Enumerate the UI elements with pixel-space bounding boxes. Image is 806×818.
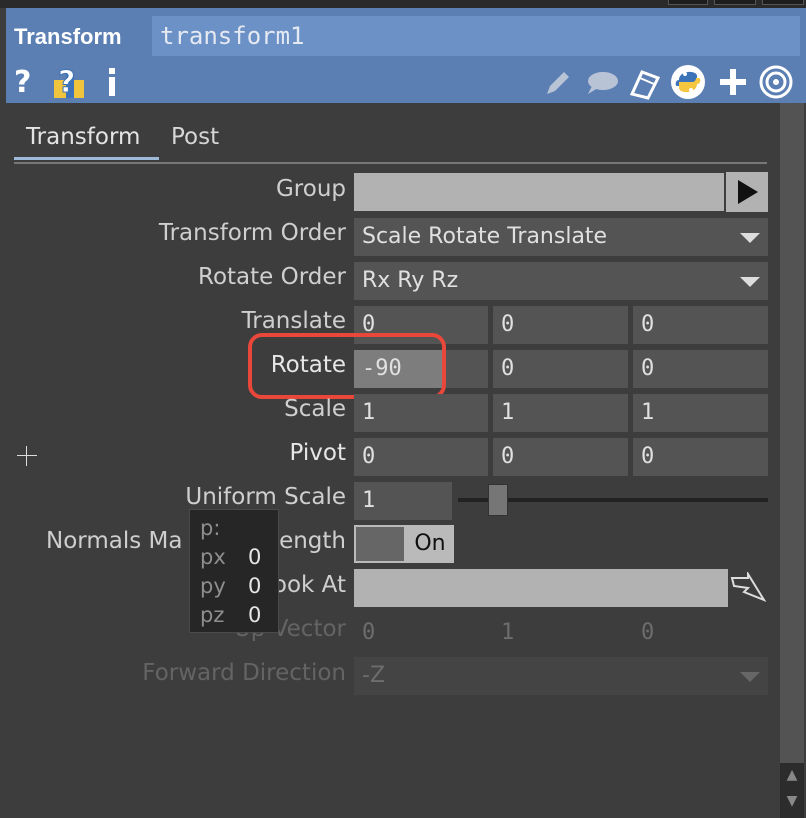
- uniform-scale-slider-handle[interactable]: [488, 484, 508, 516]
- look-at-field[interactable]: [354, 569, 728, 607]
- operator-type: Transform: [14, 24, 122, 49]
- translate-y-field[interactable]: 0: [493, 306, 628, 344]
- tooltip-px-name: px: [200, 545, 226, 569]
- top-window-strip: [0, 0, 806, 8]
- tooltip-pz-name: pz: [200, 603, 225, 627]
- translate-z-field[interactable]: 0: [633, 306, 768, 344]
- transform-order-value: Scale Rotate Translate: [362, 224, 608, 249]
- look-at-label: ook At: [272, 572, 346, 598]
- window-button[interactable]: [762, 0, 804, 5]
- svg-text:?: ?: [58, 65, 75, 100]
- group-label: Group: [275, 176, 346, 202]
- scroll-down-icon[interactable]: ▼: [784, 793, 800, 809]
- chevron-down-icon: [740, 672, 760, 682]
- help-icon[interactable]: ?: [12, 64, 36, 100]
- transform-order-dropdown[interactable]: Scale Rotate Translate: [354, 218, 768, 256]
- tab-post[interactable]: Post: [159, 120, 249, 160]
- parameter-tooltip: p: px 0 py 0 pz 0: [189, 509, 279, 633]
- scroll-up-icon[interactable]: ▲: [784, 767, 800, 783]
- clipboard-icon[interactable]: [626, 64, 664, 100]
- pivot-x-field[interactable]: 0: [354, 438, 488, 476]
- up-vector-x-field[interactable]: 0: [354, 614, 488, 652]
- pivot-label: Pivot: [289, 440, 346, 466]
- tooltip-pz-value: 0: [248, 603, 262, 627]
- tooltip-py-name: py: [200, 574, 226, 598]
- python-help-icon[interactable]: ?: [52, 64, 88, 100]
- drop-arrow-icon[interactable]: [730, 570, 768, 604]
- normals-mag-label-right: ength: [279, 528, 346, 554]
- operator-name-field[interactable]: transform1: [152, 16, 800, 56]
- forward-direction-label: Forward Direction: [142, 660, 346, 686]
- window-button[interactable]: [668, 0, 708, 5]
- rotate-order-label: Rotate Order: [198, 264, 346, 290]
- svg-text:?: ?: [14, 65, 31, 100]
- rotate-order-value: Rx Ry Rz: [362, 268, 459, 293]
- rotate-highlight-ring: [248, 333, 446, 399]
- edit-icon[interactable]: [542, 64, 572, 100]
- scrollbar[interactable]: ▲ ▼: [780, 103, 804, 818]
- toggle-on-label: On: [414, 531, 446, 556]
- tooltip-title: p:: [200, 516, 221, 540]
- pivot-z-field[interactable]: 0: [633, 438, 768, 476]
- window-button[interactable]: [714, 0, 756, 5]
- translate-label: Translate: [241, 308, 346, 334]
- pivot-y-field[interactable]: 0: [493, 438, 628, 476]
- transform-order-label: Transform Order: [158, 220, 346, 246]
- rotate-order-dropdown[interactable]: Rx Ry Rz: [354, 262, 768, 300]
- forward-direction-dropdown[interactable]: -Z: [354, 657, 768, 695]
- add-icon[interactable]: [718, 64, 748, 100]
- page-tabs: Transform Post: [14, 120, 767, 164]
- normals-mag-label-left: Normals Ma: [46, 528, 183, 554]
- tab-transform[interactable]: Transform: [14, 120, 159, 160]
- uniform-scale-label: Uniform Scale: [185, 484, 346, 510]
- crosshair-cursor-icon: [17, 446, 37, 466]
- comment-icon[interactable]: [584, 64, 620, 100]
- tooltip-px-value: 0: [248, 545, 262, 569]
- tooltip-py-value: 0: [248, 574, 262, 598]
- target-icon[interactable]: [758, 64, 794, 100]
- parameter-header: Transform transform1 ? ?: [6, 8, 806, 103]
- scale-y-field[interactable]: 1: [493, 394, 628, 432]
- scale-x-field[interactable]: 1: [354, 394, 488, 432]
- up-vector-y-field[interactable]: 1: [493, 614, 628, 652]
- normals-mag-toggle[interactable]: On: [354, 525, 454, 563]
- group-menu-play-icon[interactable]: [726, 172, 768, 212]
- rotate-z-field[interactable]: 0: [633, 350, 768, 388]
- up-vector-z-field[interactable]: 0: [633, 614, 768, 652]
- uniform-scale-field[interactable]: 1: [354, 482, 452, 520]
- toggle-off-segment: [356, 527, 404, 561]
- rotate-y-field[interactable]: 0: [493, 350, 628, 388]
- forward-direction-value: -Z: [362, 663, 386, 688]
- group-field[interactable]: [354, 173, 724, 211]
- chevron-down-icon: [740, 277, 760, 287]
- scale-label: Scale: [284, 396, 346, 422]
- python-icon[interactable]: [670, 64, 706, 100]
- info-icon[interactable]: [104, 64, 120, 100]
- scale-z-field[interactable]: 1: [633, 394, 768, 432]
- scrollbar-thumb[interactable]: [780, 103, 804, 763]
- chevron-down-icon: [740, 233, 760, 243]
